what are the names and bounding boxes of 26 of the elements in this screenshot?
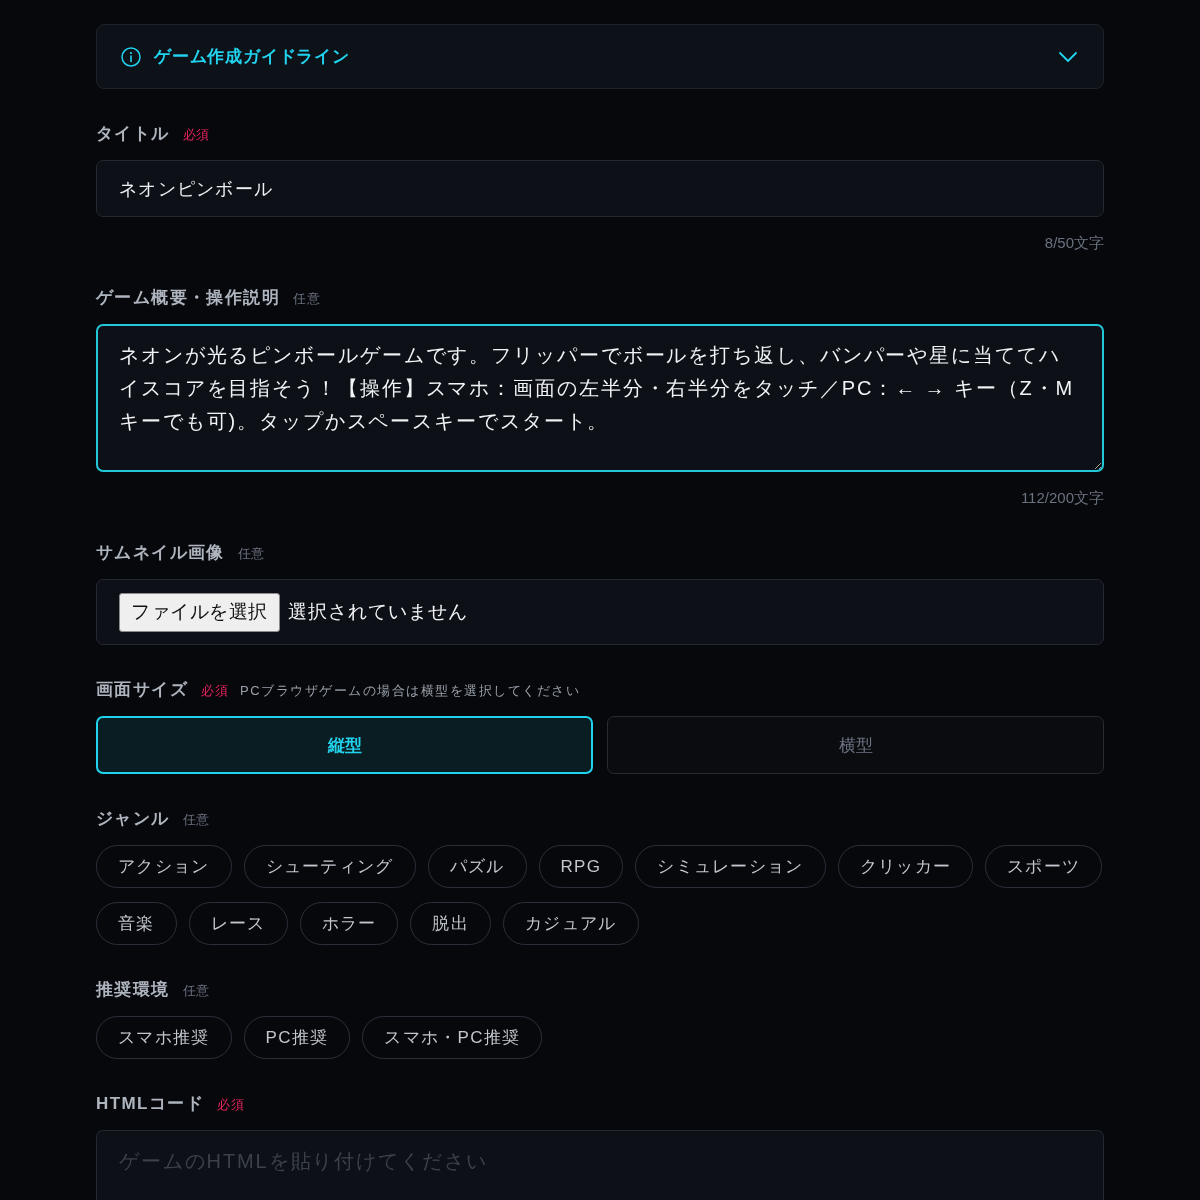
text-input[interactable]: ネオンピンボール bbox=[96, 160, 1104, 217]
required-note: 必須 bbox=[201, 682, 228, 700]
field-label: サムネイル画像 bbox=[96, 542, 225, 564]
segment-option[interactable]: 横型 bbox=[607, 716, 1104, 774]
field-label: ゲーム概要・操作説明 bbox=[96, 287, 280, 309]
guideline-toggle[interactable]: ゲーム作成ガイドライン bbox=[96, 24, 1104, 89]
field-label: タイトル bbox=[96, 123, 170, 145]
required-note: 必須 bbox=[182, 126, 210, 144]
field-hint: PCブラウザゲームの場合は横型を選択してください bbox=[240, 682, 581, 700]
info-icon bbox=[121, 46, 141, 67]
textarea-field[interactable]: ネオンが光るピンボールゲームです。フリッパーでボールを打ち返し、バンパーや星に当ててハイスコアを目指そう！【操作】スマホ：画面の左半分・右半分をタッチ／PC：← → キー（Z・Mキーでも可)。タップかスペースキーでスタート。 bbox=[96, 324, 1104, 472]
optional-note: 任意 bbox=[237, 545, 265, 563]
char-counter: 112/200文字 bbox=[1020, 488, 1104, 508]
char-counter: 8/50文字 bbox=[1044, 233, 1104, 253]
optional-note: 任意 bbox=[293, 290, 320, 308]
field-label: 画面サイズ bbox=[96, 679, 188, 701]
file-status-text: 選択されていません bbox=[287, 600, 468, 624]
field-label: HTMLコード bbox=[96, 1093, 204, 1115]
file-input-field[interactable]: ファイルを選択 選択されていません bbox=[96, 579, 1104, 645]
field-label: 推奨環境 bbox=[96, 979, 170, 1001]
choose-file-button[interactable]: ファイルを選択 bbox=[119, 592, 280, 632]
optional-note: 任意 bbox=[182, 982, 210, 1000]
required-note: 必須 bbox=[217, 1096, 244, 1114]
optional-note: 任意 bbox=[182, 811, 210, 829]
segment-option[interactable]: 縦型 bbox=[96, 716, 593, 774]
field-label: ジャンル bbox=[96, 808, 170, 830]
